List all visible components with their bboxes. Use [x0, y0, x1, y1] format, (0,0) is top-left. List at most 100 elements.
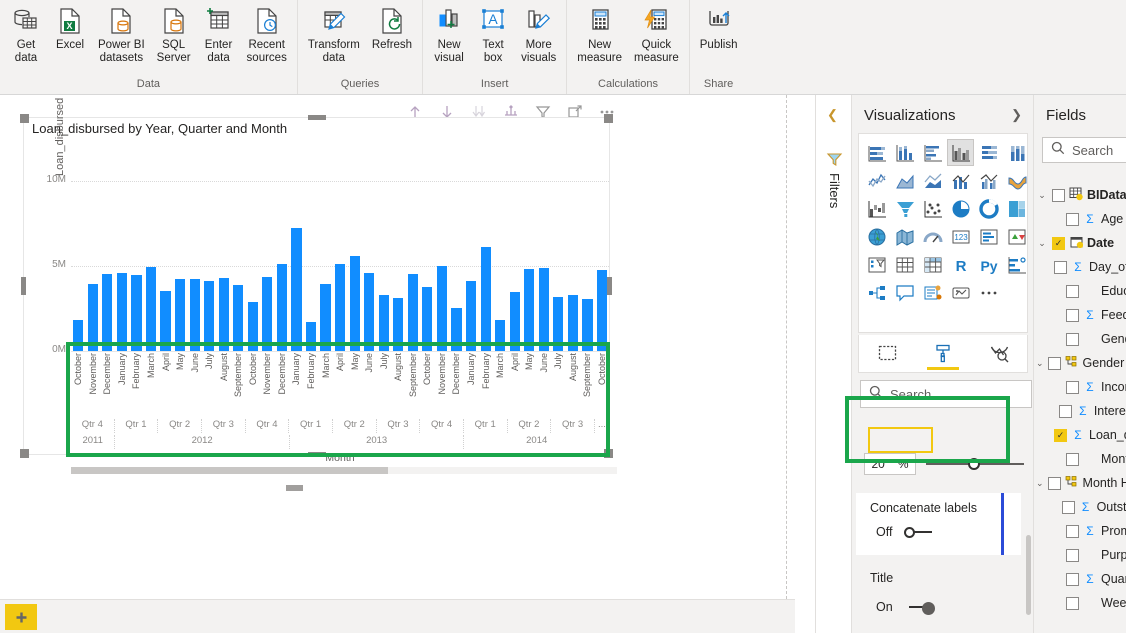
stacked-bar-chart[interactable] — [863, 139, 890, 166]
recent-sources-button[interactable]: Recent sources — [241, 0, 293, 65]
chart-bar[interactable] — [204, 281, 215, 351]
ribbon-chart[interactable] — [1003, 167, 1030, 194]
chart-bar[interactable] — [145, 267, 157, 351]
field-checkbox[interactable] — [1066, 524, 1079, 538]
chart-scroll-pill[interactable] — [286, 485, 303, 491]
field-item-education[interactable]: Education — [1034, 279, 1126, 303]
field-checkbox[interactable] — [1066, 284, 1079, 298]
add-page-button[interactable] — [5, 604, 37, 630]
chart-bar[interactable] — [116, 273, 127, 351]
chart-bar[interactable] — [451, 307, 462, 351]
chevron-down-icon[interactable]: ⌄ — [1036, 358, 1044, 369]
multi-row-card-visual[interactable] — [975, 223, 1002, 250]
stacked-area-chart[interactable] — [919, 167, 946, 194]
field-checkbox[interactable] — [1061, 500, 1075, 514]
scatter-chart[interactable] — [919, 195, 946, 222]
tab-format[interactable] — [921, 338, 965, 370]
field-item-month-hierarchy[interactable]: ⌄ Month Hierarchy — [1034, 471, 1126, 495]
field-checkbox[interactable] — [1066, 212, 1079, 226]
field-checkbox[interactable]: ✓ — [1054, 428, 1067, 442]
100-stacked-column-chart[interactable] — [1003, 139, 1030, 166]
concatenate-labels-toggle[interactable]: Off — [876, 525, 934, 539]
field-checkbox[interactable] — [1066, 596, 1079, 610]
fields-table-BIData[interactable]: ⌄ BIData — [1034, 183, 1126, 207]
matrix-visual[interactable] — [919, 251, 946, 278]
field-checkbox[interactable] — [1066, 380, 1079, 394]
field-item-feedback[interactable]: Σ Feedback — [1034, 303, 1126, 327]
resize-handle-top[interactable] — [307, 115, 326, 120]
chevron-down-icon[interactable]: ⌄ — [1036, 478, 1044, 489]
field-checkbox[interactable] — [1047, 356, 1061, 370]
new-measure-button[interactable]: New measure — [571, 0, 628, 65]
chart-bar[interactable] — [538, 267, 549, 351]
chart-bar[interactable] — [596, 269, 608, 351]
powerbi-datasets-button[interactable]: Power BI datasets — [92, 0, 151, 65]
resize-handle-bottom-right[interactable] — [604, 449, 613, 458]
field-checkbox[interactable] — [1066, 452, 1079, 466]
field-checkbox[interactable] — [1054, 260, 1067, 274]
area-chart[interactable] — [891, 167, 918, 194]
chart-scrollbar-thumb[interactable] — [71, 467, 388, 474]
slicer-visual[interactable] — [863, 251, 890, 278]
chart-bar[interactable] — [175, 278, 186, 351]
more-visuals-ellipsis[interactable] — [975, 279, 1002, 306]
filled-map-visual[interactable] — [891, 223, 918, 250]
zoom-value-input[interactable]: 20 % — [864, 453, 916, 475]
pie-chart[interactable] — [947, 195, 974, 222]
resize-handle-right[interactable] — [607, 277, 612, 295]
field-item-purpose[interactable]: Purpose — [1034, 543, 1126, 567]
donut-chart[interactable] — [975, 195, 1002, 222]
toggle-switch-on[interactable] — [901, 600, 935, 615]
field-item-loan-disbursed[interactable]: ✓ Σ Loan_disbursed — [1034, 423, 1126, 447]
chart-bar[interactable] — [524, 268, 535, 351]
qna-visual[interactable] — [891, 279, 918, 306]
chart-bar[interactable] — [262, 277, 273, 351]
decomposition-tree-visual[interactable] — [863, 279, 890, 306]
filters-pane-collapsed[interactable]: ❮ Filters — [815, 95, 852, 633]
gauge-visual[interactable] — [919, 223, 946, 250]
clustered-column-chart[interactable] — [947, 139, 974, 166]
field-checkbox[interactable]: ✓ — [1052, 236, 1065, 250]
get-data-button[interactable]: Get data — [4, 0, 48, 65]
chart-bar[interactable] — [320, 284, 331, 351]
chart-bar[interactable] — [495, 319, 506, 351]
line-stacked-column-chart[interactable] — [947, 167, 974, 194]
chart-bar[interactable] — [102, 273, 113, 351]
field-item-promotion[interactable]: Σ Promotion — [1034, 519, 1126, 543]
chart-bar[interactable] — [582, 299, 593, 351]
field-item-week[interactable]: Week — [1034, 591, 1126, 615]
chart-bar[interactable] — [87, 284, 98, 351]
smart-narrative-visual[interactable] — [919, 279, 946, 306]
line-chart[interactable] — [863, 167, 890, 194]
field-checkbox[interactable] — [1066, 548, 1079, 562]
format-pane-scrollbar[interactable] — [1026, 535, 1031, 615]
waterfall-chart[interactable] — [863, 195, 890, 222]
resize-handle-top-right[interactable] — [604, 114, 613, 123]
field-item-month[interactable]: Month — [1034, 447, 1126, 471]
line-clustered-column-chart[interactable] — [975, 167, 1002, 194]
chart-bar[interactable] — [567, 295, 578, 351]
field-checkbox[interactable] — [1066, 572, 1079, 586]
resize-handle-bottom[interactable] — [307, 452, 326, 457]
map-visual[interactable] — [863, 223, 890, 250]
r-script-visual[interactable]: R — [947, 251, 974, 278]
chart-bar[interactable] — [276, 263, 288, 351]
resize-handle-left[interactable] — [21, 277, 26, 295]
quick-measure-button[interactable]: Quick measure — [628, 0, 685, 65]
field-checkbox[interactable] — [1066, 332, 1079, 346]
chart-bar[interactable] — [364, 273, 375, 351]
chart-bar[interactable] — [247, 301, 258, 351]
publish-button[interactable]: Publish — [694, 0, 744, 52]
100-stacked-bar-chart[interactable] — [975, 139, 1002, 166]
refresh-button[interactable]: Refresh — [366, 0, 418, 52]
chevron-right-icon[interactable]: ❯ — [1011, 107, 1022, 123]
chart-bar[interactable] — [189, 278, 200, 351]
paginated-report-visual[interactable] — [947, 279, 974, 306]
chart-bar[interactable] — [131, 274, 142, 351]
chart-horizontal-scrollbar[interactable] — [71, 467, 617, 474]
title-toggle[interactable]: On — [876, 600, 935, 615]
funnel-chart[interactable] — [891, 195, 918, 222]
new-visual-button[interactable]: New visual — [427, 0, 471, 65]
excel-button[interactable]: X Excel — [48, 0, 92, 52]
field-item-income[interactable]: Σ Income — [1034, 375, 1126, 399]
